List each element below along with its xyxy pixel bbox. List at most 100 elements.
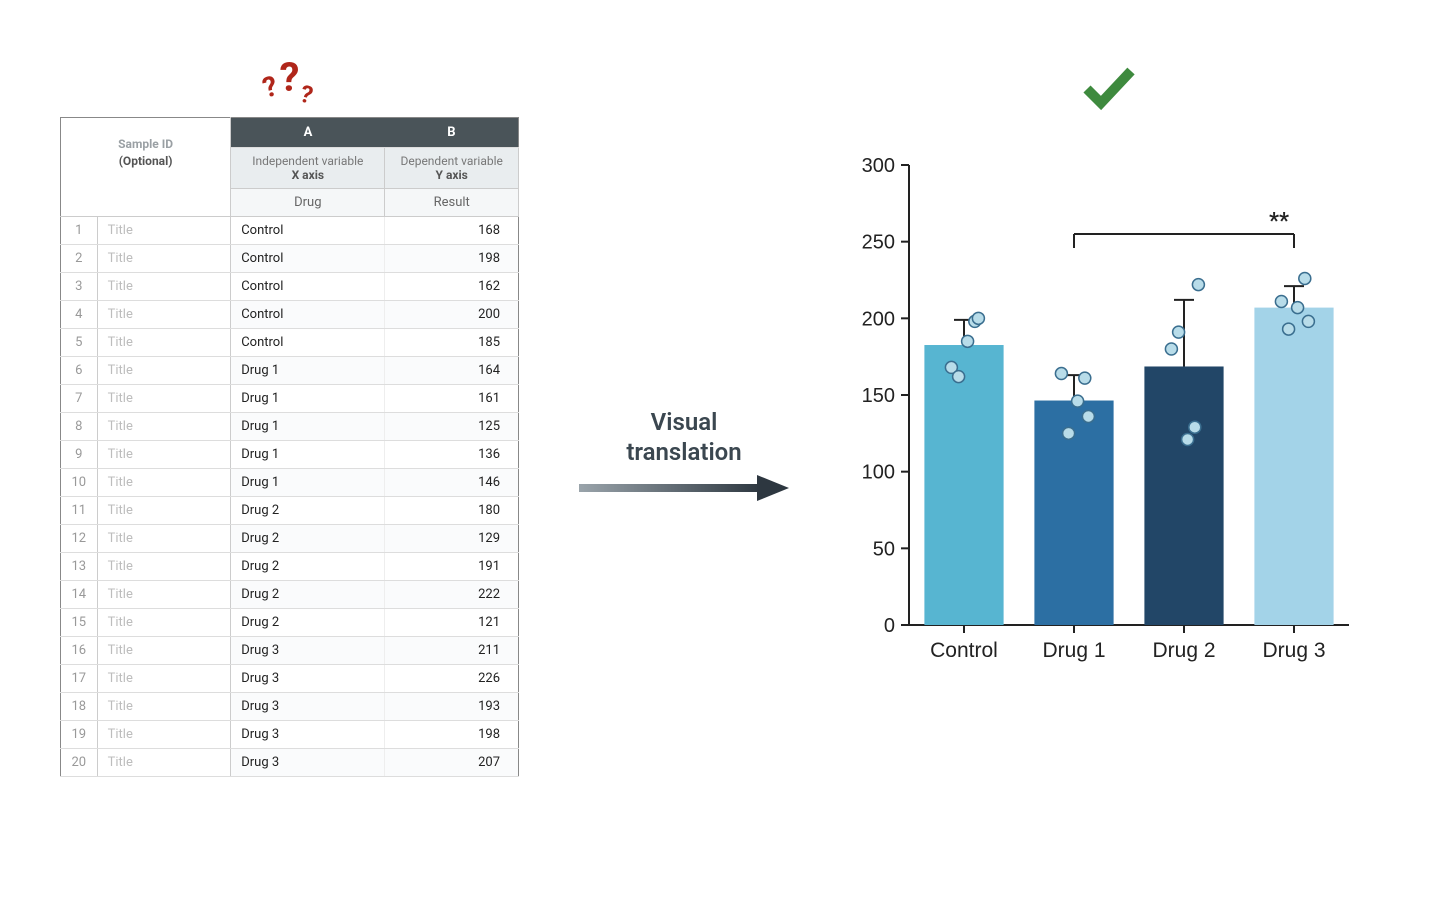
result-cell: 125 [385, 413, 519, 441]
sample-id-cell: Title [97, 693, 231, 721]
result-cell: 136 [385, 441, 519, 469]
column-a-letter: A [231, 118, 385, 148]
data-point [1302, 315, 1314, 327]
data-table: Sample ID (Optional) A B Independent var… [60, 117, 519, 777]
row-number: 11 [61, 497, 98, 525]
bar-chart: 050100150200250300ControlDrug 1Drug 2Dru… [849, 145, 1369, 685]
data-point [1072, 395, 1084, 407]
row-number: 4 [61, 301, 98, 329]
table-row: 7TitleDrug 1161 [61, 385, 519, 413]
sample-id-cell: Title [97, 301, 231, 329]
data-point [1082, 410, 1094, 422]
data-point [1192, 279, 1204, 291]
result-cell: 193 [385, 693, 519, 721]
data-point [1292, 302, 1304, 314]
bar [1254, 308, 1333, 625]
visual-translation-arrow: Visual translation [579, 407, 789, 505]
drug-cell: Control [231, 301, 385, 329]
data-point [953, 371, 965, 383]
data-point [1173, 326, 1185, 338]
sample-id-cell: Title [97, 217, 231, 245]
table-row: 5TitleControl185 [61, 329, 519, 357]
row-number: 8 [61, 413, 98, 441]
svg-text:150: 150 [862, 385, 895, 407]
column-a-name: Drug [231, 189, 385, 217]
sample-id-cell: Title [97, 637, 231, 665]
table-row: 19TitleDrug 3198 [61, 721, 519, 749]
row-number: 18 [61, 693, 98, 721]
table-row: 11TitleDrug 2180 [61, 497, 519, 525]
result-cell: 222 [385, 581, 519, 609]
result-cell: 129 [385, 525, 519, 553]
sample-id-cell: Title [97, 497, 231, 525]
table-row: 9TitleDrug 1136 [61, 441, 519, 469]
result-cell: 168 [385, 217, 519, 245]
row-number: 6 [61, 357, 98, 385]
row-number: 17 [61, 665, 98, 693]
sample-id-cell: Title [97, 721, 231, 749]
table-row: 16TitleDrug 3211 [61, 637, 519, 665]
row-number: 7 [61, 385, 98, 413]
result-cell: 198 [385, 245, 519, 273]
drug-cell: Drug 1 [231, 413, 385, 441]
drug-cell: Drug 3 [231, 749, 385, 777]
drug-cell: Drug 1 [231, 385, 385, 413]
table-row: 12TitleDrug 2129 [61, 525, 519, 553]
data-point [1299, 272, 1311, 284]
result-cell: 211 [385, 637, 519, 665]
table-row: 1TitleControl168 [61, 217, 519, 245]
data-point [972, 312, 984, 324]
result-cell: 180 [385, 497, 519, 525]
table-row: 8TitleDrug 1125 [61, 413, 519, 441]
row-number: 12 [61, 525, 98, 553]
drug-cell: Drug 2 [231, 525, 385, 553]
data-point [1189, 421, 1201, 433]
row-number: 5 [61, 329, 98, 357]
result-cell: 164 [385, 357, 519, 385]
row-number: 15 [61, 609, 98, 637]
svg-text:Control: Control [930, 639, 998, 662]
sample-id-cell: Title [97, 273, 231, 301]
sample-id-cell: Title [97, 329, 231, 357]
svg-text:50: 50 [873, 538, 895, 560]
arrow-label-line1: Visual [651, 408, 718, 436]
svg-text:300: 300 [862, 155, 895, 177]
table-row: 17TitleDrug 3226 [61, 665, 519, 693]
row-number: 19 [61, 721, 98, 749]
data-point [1182, 433, 1194, 445]
sample-id-cell: Title [97, 245, 231, 273]
column-b-label: Dependent variableY axis [385, 148, 519, 189]
arrow-label-line2: translation [626, 438, 741, 466]
sample-id-cell: Title [97, 413, 231, 441]
column-b-letter: B [385, 118, 519, 148]
drug-cell: Drug 1 [231, 357, 385, 385]
data-point [1079, 372, 1091, 384]
drug-cell: Drug 2 [231, 581, 385, 609]
data-point [1165, 343, 1177, 355]
sample-id-cell: Title [97, 609, 231, 637]
sample-id-header: Sample ID (Optional) [68, 136, 223, 170]
result-cell: 161 [385, 385, 519, 413]
row-number: 3 [61, 273, 98, 301]
checkmark-icon [1079, 63, 1139, 115]
data-point [1275, 295, 1287, 307]
row-number: 16 [61, 637, 98, 665]
svg-text:250: 250 [862, 232, 895, 254]
drug-cell: Drug 1 [231, 441, 385, 469]
data-point [1055, 368, 1067, 380]
table-row: 13TitleDrug 2191 [61, 553, 519, 581]
drug-cell: Drug 2 [231, 609, 385, 637]
table-row: 20TitleDrug 3207 [61, 749, 519, 777]
data-point [962, 335, 974, 347]
row-number: 9 [61, 441, 98, 469]
sample-id-cell: Title [97, 441, 231, 469]
result-cell: 226 [385, 665, 519, 693]
table-row: 6TitleDrug 1164 [61, 357, 519, 385]
row-number: 20 [61, 749, 98, 777]
sample-id-cell: Title [97, 553, 231, 581]
result-cell: 200 [385, 301, 519, 329]
drug-cell: Control [231, 245, 385, 273]
svg-text:200: 200 [862, 308, 895, 330]
data-point [1063, 427, 1075, 439]
svg-text:Drug 2: Drug 2 [1152, 639, 1215, 662]
